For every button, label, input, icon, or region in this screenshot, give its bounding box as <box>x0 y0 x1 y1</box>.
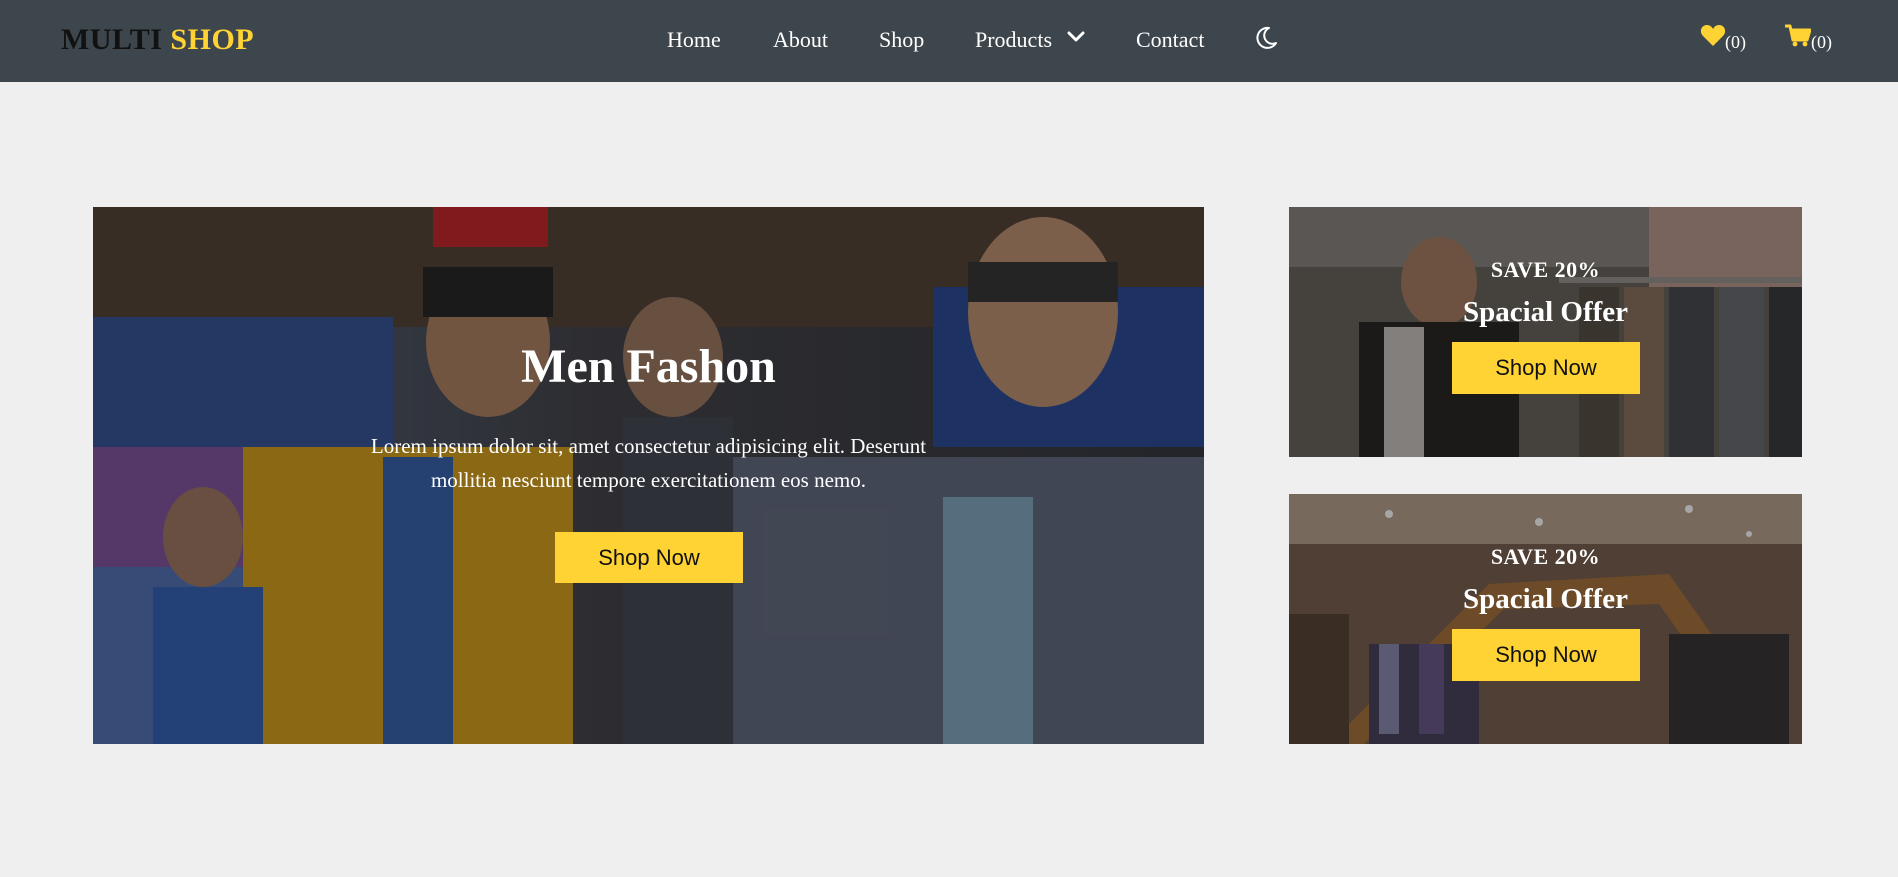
hero-description: Lorem ipsum dolor sit, amet consectetur … <box>370 434 927 492</box>
chevron-down-icon[interactable] <box>1067 30 1085 49</box>
offer-shop-now-button[interactable]: Shop Now <box>1452 629 1640 681</box>
cart-count: (0) <box>1811 32 1832 52</box>
offer-save-label: SAVE 20% <box>1490 544 1601 569</box>
wishlist-button[interactable]: (0) <box>1700 24 1746 53</box>
offer-overlay <box>1289 207 1802 457</box>
offer-overlay <box>1289 494 1802 744</box>
nav-home-link[interactable]: Home <box>667 26 721 54</box>
wishlist-count: (0) <box>1725 32 1746 52</box>
offer-card: SAVE 20% Spacial Offer Shop Now <box>1289 207 1802 457</box>
offer-title: Spacial Offer <box>1462 583 1629 615</box>
offer-title: Spacial Offer <box>1462 296 1629 328</box>
hero-title: Men Fashon <box>521 340 776 393</box>
hero-banner: Men Fashon Lorem ipsum dolor sit, amet c… <box>93 207 1204 744</box>
heart-icon <box>1700 25 1726 46</box>
cart-button[interactable]: (0) <box>1784 24 1832 53</box>
offer-save-label: SAVE 20% <box>1490 257 1601 282</box>
site-logo[interactable]: MULTI SHOP <box>61 20 254 60</box>
nav-products-link[interactable]: Products <box>975 26 1052 54</box>
nav-about-link[interactable]: About <box>773 26 828 54</box>
offer-shop-now-button[interactable]: Shop Now <box>1452 342 1640 394</box>
nav-contact-link[interactable]: Contact <box>1136 26 1204 54</box>
nav-shop-link[interactable]: Shop <box>879 26 924 54</box>
logo-part-multi: MULTI <box>61 23 163 56</box>
top-navbar: MULTI SHOP Home About Shop Products Cont… <box>0 0 1898 82</box>
hero-shop-now-button[interactable]: Shop Now <box>555 532 743 583</box>
moon-icon[interactable] <box>1253 25 1279 56</box>
logo-part-shop: SHOP <box>170 23 255 56</box>
offer-card: SAVE 20% Spacial Offer Shop Now <box>1289 494 1802 744</box>
cart-icon <box>1784 24 1812 47</box>
